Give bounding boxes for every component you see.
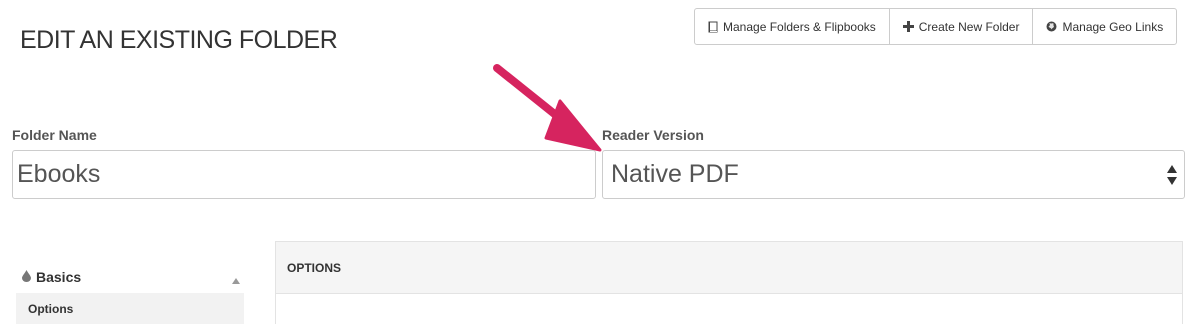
manage-geo-links-label: Manage Geo Links	[1062, 19, 1164, 34]
globe-icon	[1046, 21, 1057, 32]
create-folder-button[interactable]: Create New Folder	[888, 9, 1033, 44]
options-panel-header: OPTIONS	[276, 242, 1182, 294]
book-icon	[708, 21, 718, 33]
options-panel-title: OPTIONS	[287, 260, 342, 275]
sidebar-section-basics[interactable]: Basics	[16, 262, 244, 292]
folder-name-input[interactable]	[12, 150, 596, 199]
page-title: EDIT AN EXISTING FOLDER	[20, 26, 338, 54]
toolbar-button-group: Manage Folders & Flipbooks Create New Fo…	[694, 8, 1178, 45]
manage-folders-button[interactable]: Manage Folders & Flipbooks	[695, 9, 889, 44]
drop-icon	[22, 269, 31, 285]
manage-geo-links-button[interactable]: Manage Geo Links	[1032, 9, 1176, 44]
reader-version-select[interactable]: Native PDF	[602, 150, 1185, 199]
select-arrows-icon	[1166, 163, 1178, 187]
reader-version-label: Reader Version	[602, 127, 704, 143]
folder-name-label: Folder Name	[12, 127, 97, 143]
collapse-caret-icon[interactable]	[232, 271, 240, 287]
manage-folders-label: Manage Folders & Flipbooks	[723, 19, 876, 34]
reader-version-value: Native PDF	[611, 160, 739, 188]
sidebar-section-label: Basics	[36, 269, 82, 285]
options-panel: OPTIONS	[275, 241, 1183, 324]
sidebar-item-options[interactable]: Options	[16, 293, 244, 324]
create-folder-label: Create New Folder	[918, 19, 1020, 34]
sidebar-item-label: Options	[28, 301, 74, 316]
plus-icon	[902, 21, 914, 32]
